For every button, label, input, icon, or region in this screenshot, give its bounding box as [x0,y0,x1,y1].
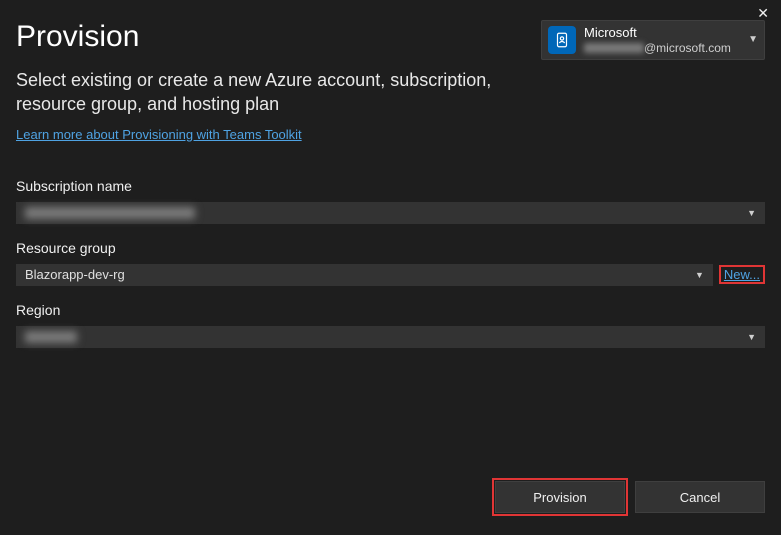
account-email: @microsoft.com [584,41,736,55]
dialog-content: Provision Microsoft @microsoft.com ▼ Sel… [0,0,781,380]
page-subtitle: Select existing or create a new Azure ac… [16,68,536,117]
chevron-down-icon: ▼ [695,270,704,280]
account-email-suffix: @microsoft.com [644,41,731,55]
cancel-button[interactable]: Cancel [635,481,765,513]
chevron-down-icon: ▼ [747,208,756,218]
close-button[interactable]: ✕ [753,4,773,22]
resource-group-label: Resource group [16,240,765,256]
subscription-dropdown[interactable]: ▼ [16,202,765,224]
account-org: Microsoft [584,25,736,41]
region-label: Region [16,302,765,318]
form-section: Subscription name ▼ Resource group Blazo… [16,178,765,348]
dialog-buttons: Provision Cancel [495,481,765,513]
account-email-redacted [584,43,644,53]
learn-more-link[interactable]: Learn more about Provisioning with Teams… [16,127,302,142]
resource-group-value: Blazorapp-dev-rg [25,267,125,282]
new-resource-group-link[interactable]: New... [724,267,760,282]
region-value-redacted [25,331,77,343]
chevron-down-icon: ▼ [748,34,758,45]
account-avatar-icon [548,26,576,54]
account-text: Microsoft @microsoft.com [584,25,736,55]
subscription-value-redacted [25,207,195,219]
resource-group-dropdown[interactable]: Blazorapp-dev-rg ▼ [16,264,713,286]
page-title: Provision [16,20,139,54]
subscription-label: Subscription name [16,178,765,194]
chevron-down-icon: ▼ [747,332,756,342]
new-resource-group-highlight: New... [719,265,765,284]
provision-button[interactable]: Provision [495,481,625,513]
region-dropdown[interactable]: ▼ [16,326,765,348]
account-picker[interactable]: Microsoft @microsoft.com ▼ [541,20,765,60]
header-row: Provision Microsoft @microsoft.com ▼ [16,20,765,60]
